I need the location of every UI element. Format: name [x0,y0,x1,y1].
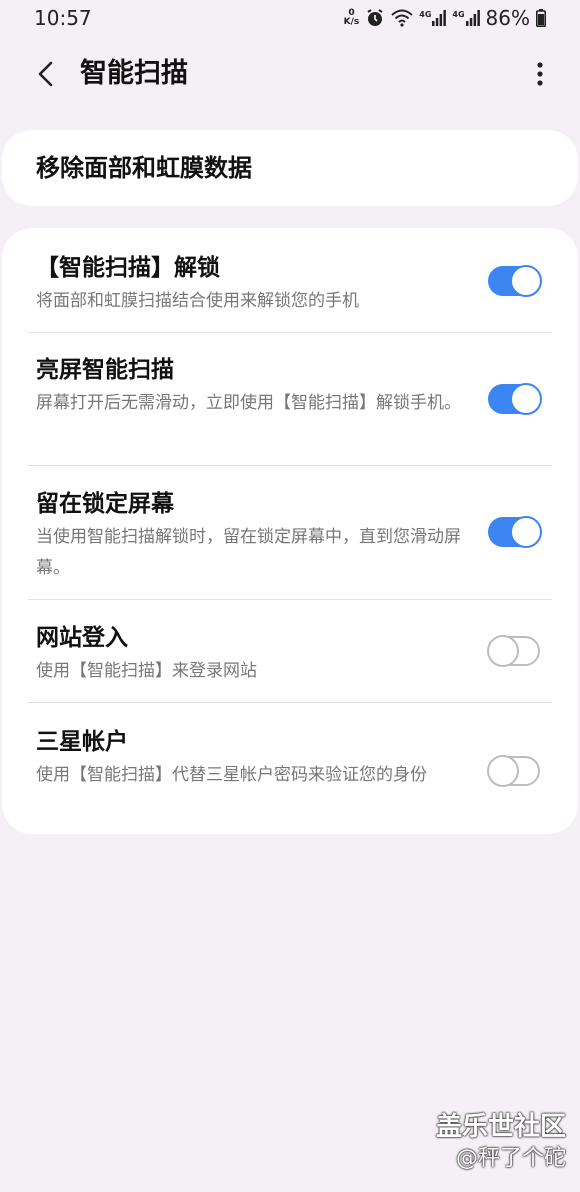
setting-description: 使用【智能扫描】来登录网站 [36,661,257,681]
more-options-button[interactable] [530,58,550,90]
toggle-knob [487,755,519,787]
battery-icon [536,9,546,27]
stay-on-lock-screen-toggle[interactable] [488,516,542,548]
back-button[interactable] [30,58,62,90]
setting-description: 当使用智能扫描解锁时，留在锁定屏幕中，直到您滑动屏幕。 [36,527,461,578]
remove-face-iris-data-label: 移除面部和虹膜数据 [36,154,252,182]
status-bar: 10:57 0 K/s 4G 4G 86% [0,0,580,36]
samsung-account-toggle[interactable] [487,755,540,787]
setting-title: 网站登入 [36,625,128,651]
settings-card: 【智能扫描】解锁 将面部和虹膜扫描结合使用来解锁您的手机 亮屏智能扫描 屏幕打开… [2,228,578,834]
divider [28,465,552,466]
watermark-brand: 盖乐世社区 [435,1112,566,1142]
net-speed-indicator: 0 K/s [343,8,360,27]
divider [28,599,552,600]
setting-title: 亮屏智能扫描 [36,357,174,383]
signal-icon-sim1: 4G [419,10,447,26]
wifi-icon [391,9,413,27]
web-sign-in-toggle[interactable] [487,635,540,667]
setting-row-stay-on-lock-screen[interactable]: 留在锁定屏幕 当使用智能扫描解锁时，留在锁定屏幕中，直到您滑动屏幕。 [2,482,578,598]
alarm-icon [365,8,385,28]
setting-description: 屏幕打开后无需滑动，立即使用【智能扫描】解锁手机。 [36,393,461,413]
smart-scan-unlock-toggle[interactable] [488,265,542,297]
status-icons: 0 K/s 4G 4G 86% [344,6,546,30]
setting-title: 留在锁定屏幕 [36,491,174,517]
setting-row-screen-on-scan[interactable]: 亮屏智能扫描 屏幕打开后无需滑动，立即使用【智能扫描】解锁手机。 [2,348,578,464]
back-arrow-icon [38,61,53,87]
setting-title: 【智能扫描】解锁 [36,255,220,281]
toggle-knob [510,265,542,297]
setting-title: 三星帐户 [36,729,128,755]
divider [28,332,552,333]
setting-description: 使用【智能扫描】代替三星帐户密码来验证您的身份 [36,765,427,785]
setting-row-web-sign-in[interactable]: 网站登入 使用【智能扫描】来登录网站 [2,616,578,702]
app-bar: 智能扫描 [0,48,580,102]
battery-percent: 86% [485,6,530,30]
toggle-knob [510,516,542,548]
toggle-knob [487,635,519,667]
setting-row-samsung-account[interactable]: 三星帐户 使用【智能扫描】代替三星帐户密码来验证您的身份 [2,720,578,830]
signal-icon-sim2: 4G [452,10,480,26]
setting-description: 将面部和虹膜扫描结合使用来解锁您的手机 [36,291,359,311]
setting-row-smart-scan-unlock[interactable]: 【智能扫描】解锁 将面部和虹膜扫描结合使用来解锁您的手机 [2,246,578,332]
page-title: 智能扫描 [80,58,188,89]
remove-face-iris-data-item[interactable]: 移除面部和虹膜数据 [2,130,578,206]
watermark: 盖乐世社区 @秤了个砣 [436,1110,566,1174]
screen-on-scan-toggle[interactable] [488,383,542,415]
more-vertical-icon [537,62,543,86]
status-time: 10:57 [34,6,92,30]
divider [28,702,552,703]
toggle-knob [510,383,542,415]
watermark-user: @秤了个砣 [455,1146,566,1171]
